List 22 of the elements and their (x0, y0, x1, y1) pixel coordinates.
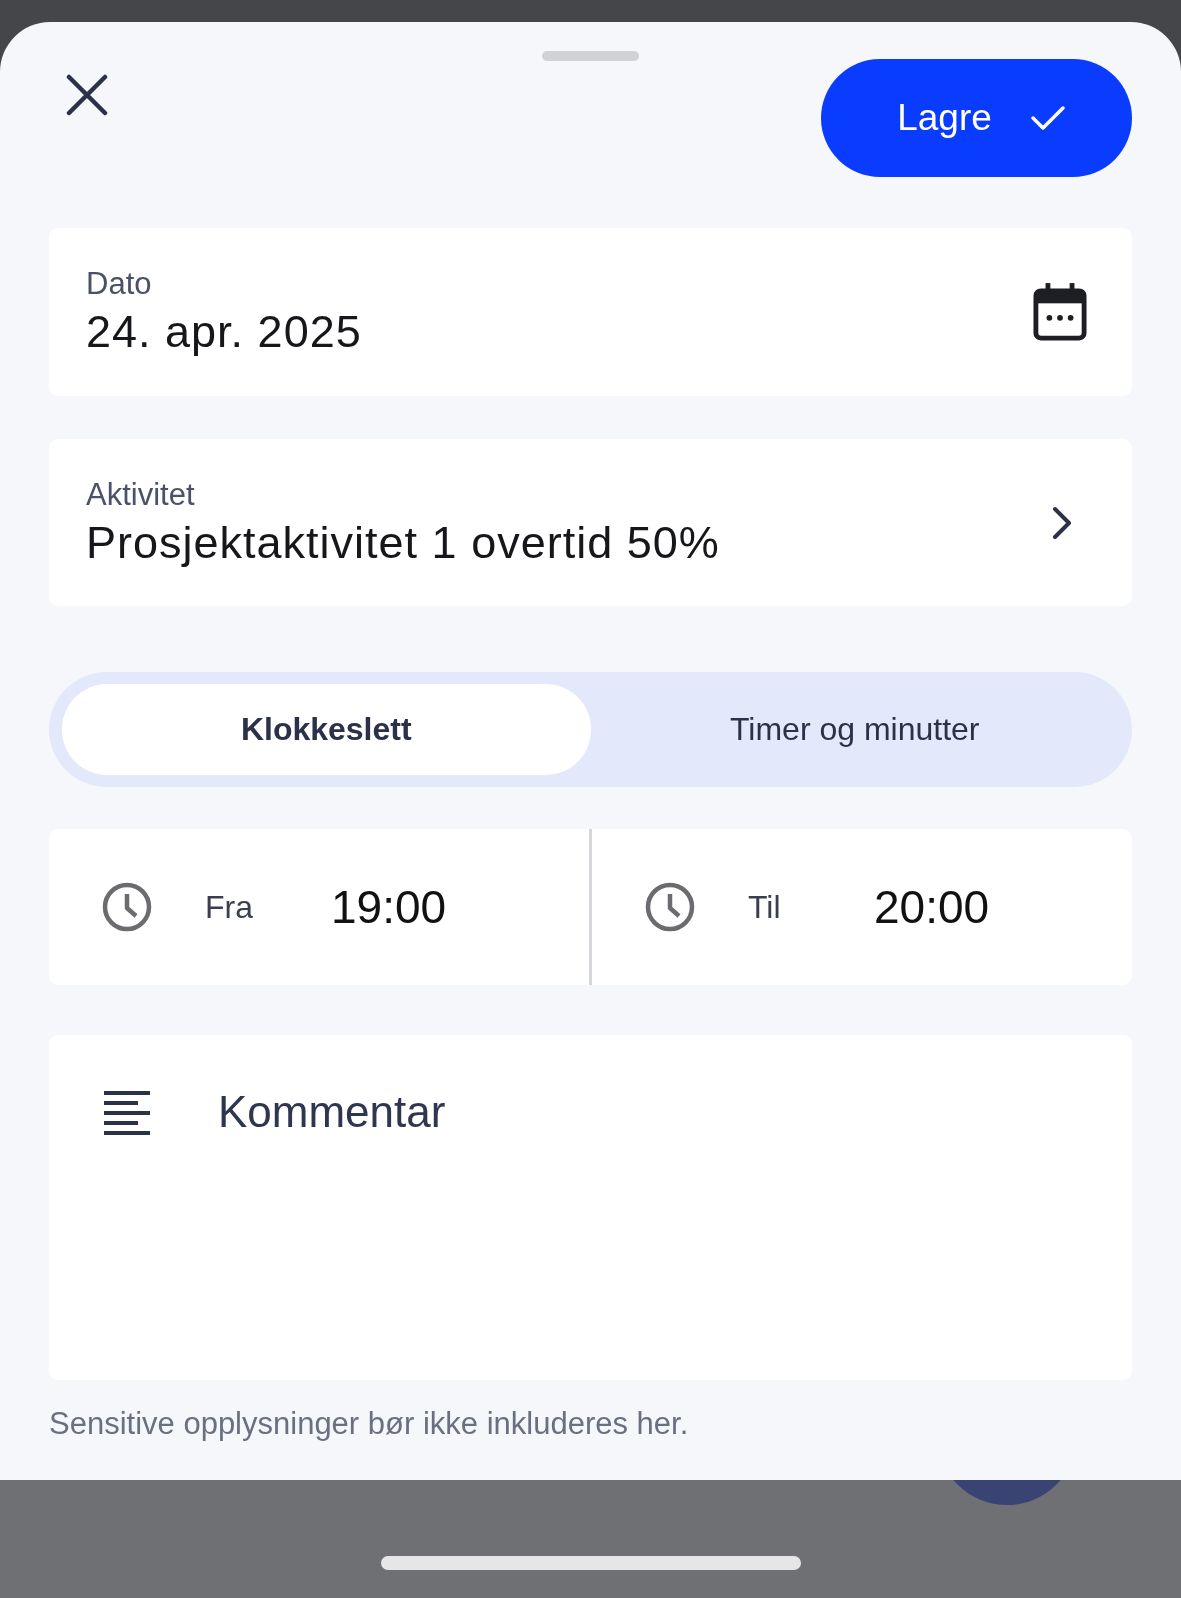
drag-handle[interactable] (542, 51, 639, 61)
clock-icon (101, 881, 153, 933)
time-label: Fra (205, 888, 254, 926)
check-icon (1029, 104, 1066, 132)
save-button[interactable]: Lagre (821, 59, 1132, 177)
time-value[interactable]: 19:00 (331, 880, 447, 934)
date-field[interactable]: Dato 24. apr. 2025 (49, 228, 1132, 396)
hint-text: Sensitive opplysninger bør ikke inkluderes her. (49, 1406, 690, 1442)
tab[interactable]: Klokkeslett (62, 684, 591, 775)
time-label: Til (748, 888, 782, 926)
activity-field[interactable]: Aktivitet Prosjektaktivitet 1 overtid 50% (49, 439, 1132, 606)
close-icon[interactable] (66, 74, 108, 116)
field-value: 24. apr. 2025 (86, 306, 362, 358)
time-value[interactable]: 20:00 (874, 880, 990, 934)
clock-icon (644, 881, 696, 933)
tab[interactable]: Timer og minutter (590, 684, 1119, 775)
calendar-icon (1033, 282, 1087, 342)
field-label: Aktivitet (86, 476, 196, 513)
chevron-right-icon (1052, 505, 1072, 540)
field-value: Prosjektaktivitet 1 overtid 50% (86, 516, 720, 569)
field-label: Dato (86, 266, 153, 302)
comment-field[interactable]: Kommentar (49, 1035, 1132, 1380)
